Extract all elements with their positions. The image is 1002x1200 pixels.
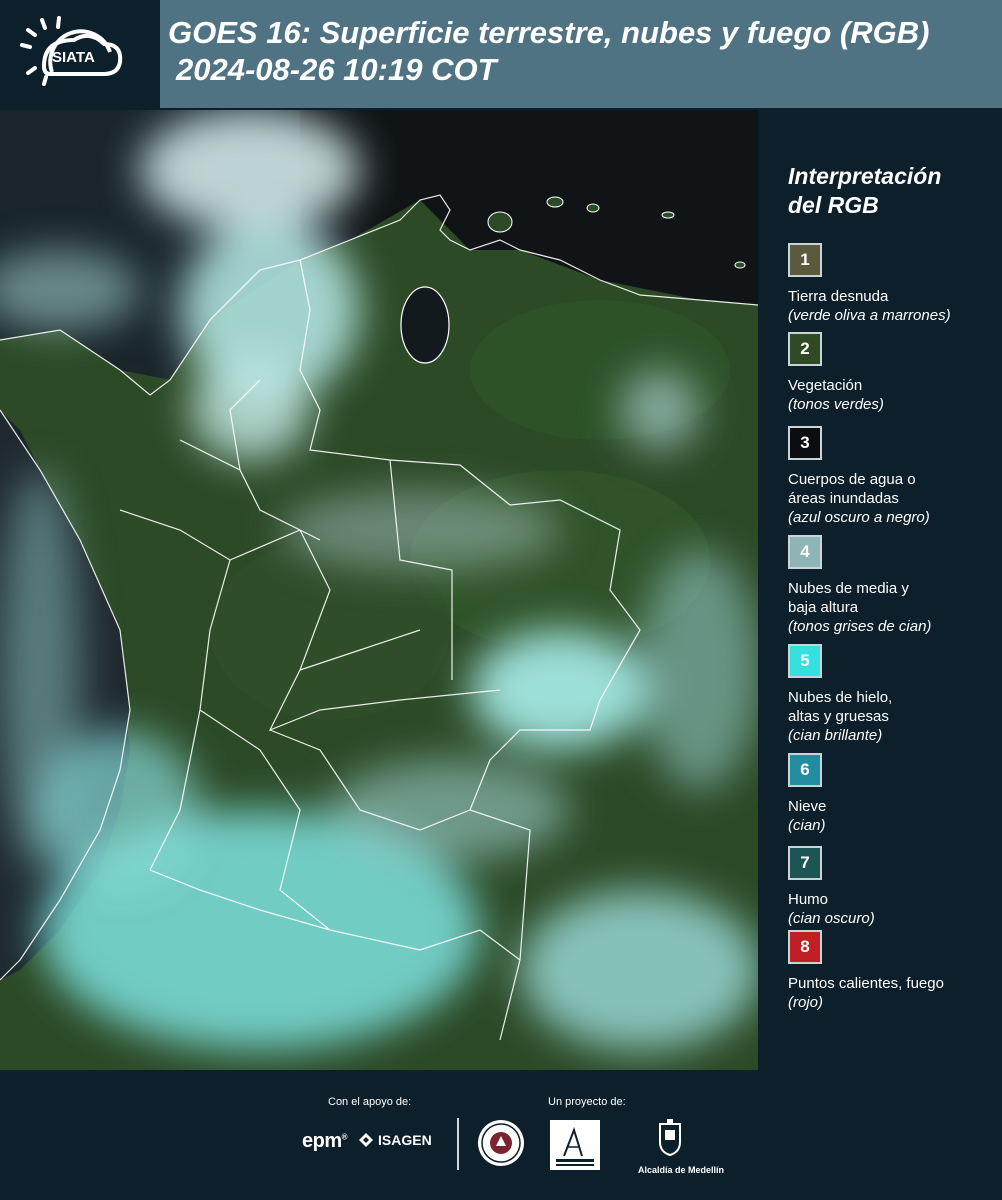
title-line1: GOES 16: Superficie terrestre, nubes y f… [168, 15, 930, 50]
legend-note: (cian) [788, 817, 826, 834]
legend-swatch: 6 [788, 753, 822, 787]
legend-label: Tierra desnuda [788, 288, 889, 305]
lake-maracaibo [400, 286, 450, 364]
legend-label: Nubes de hielo, [788, 689, 893, 706]
legend-item: 5 Nubes de hielo, altas y gruesas (cian bri… [788, 644, 998, 745]
legend-label-line2: altas y gruesas [788, 708, 889, 725]
legend-item: 2 Vegetación (tonos verdes) [788, 332, 998, 414]
legend-label: Cuerpos de agua o [788, 471, 916, 488]
title-line2: 2024-08-26 10:19 COT [176, 52, 497, 87]
legend-note: (azul oscuro a negro) [788, 509, 930, 526]
legend-swatch: 4 [788, 535, 822, 569]
epm-logo: epm® [302, 1130, 348, 1152]
legend-note: (cian brillante) [788, 727, 883, 744]
siata-logo: SIATA [0, 0, 160, 108]
legend-item: 6 Nieve (cian) [788, 753, 998, 835]
legend-label: Vegetación [788, 377, 863, 394]
antioquia-seal-logo [476, 1118, 526, 1168]
legend-note: (verde oliva a marrones) [788, 307, 951, 324]
legend-note: (rojo) [788, 994, 824, 1011]
legend-note: (cian oscuro) [788, 910, 875, 927]
legend-swatch: 2 [788, 332, 822, 366]
legend-swatch: 1 [788, 243, 822, 277]
legend-label: Humo [788, 891, 829, 908]
project-label: Un proyecto de: [548, 1096, 626, 1108]
legend-label-line2: baja altura [788, 599, 859, 616]
legend-swatch: 7 [788, 846, 822, 880]
area-metropolitana-logo [550, 1120, 600, 1170]
footer: Con el apoyo de: Un proyecto de: epm® IS… [0, 1070, 1002, 1200]
legend-item: 3 Cuerpos de agua o áreas inundadas (azul o… [788, 426, 998, 527]
legend-item: 1 Tierra desnuda (verde oliva a marrones) [788, 243, 998, 325]
legend-label-line2: áreas inundadas [788, 490, 899, 507]
legend-panel: Interpretación del RGB 1 Tierra desnuda (v… [758, 110, 1002, 1070]
siata-logo-text: SIATA [52, 49, 95, 66]
legend-note: (tonos grises de cian) [788, 618, 932, 635]
isagen-logo: ISAGEN [358, 1132, 432, 1148]
legend-label: Puntos calientes, fuego [788, 975, 944, 992]
legend-label: Nieve [788, 798, 827, 815]
coat-of-arms-icon [659, 1119, 681, 1157]
header-bar: SIATA GOES 16: Superficie terrestre, nub… [0, 0, 1002, 108]
legend-title: Interpretación del RGB [788, 163, 942, 218]
page-title: GOES 16: Superficie terrestre, nubes y f… [168, 14, 929, 88]
footer-divider [457, 1118, 459, 1170]
support-label: Con el apoyo de: [328, 1096, 412, 1108]
legend-swatch: 5 [788, 644, 822, 678]
legend-note: (tonos verdes) [788, 396, 884, 413]
legend-swatch: 8 [788, 930, 822, 964]
legend-item: 8 Puntos calientes, fuego (rojo) [788, 930, 998, 1012]
legend-item: 7 Humo (cian oscuro) [788, 846, 998, 928]
legend-item: 4 Nubes de media y baja altura (tonos grise… [788, 535, 998, 636]
satellite-map [0, 110, 758, 1070]
legend-swatch: 3 [788, 426, 822, 460]
legend-label: Nubes de media y [788, 580, 909, 597]
isagen-icon [359, 1133, 373, 1147]
alcaldia-medellin-logo: Alcaldía de Medellín [638, 1118, 724, 1175]
